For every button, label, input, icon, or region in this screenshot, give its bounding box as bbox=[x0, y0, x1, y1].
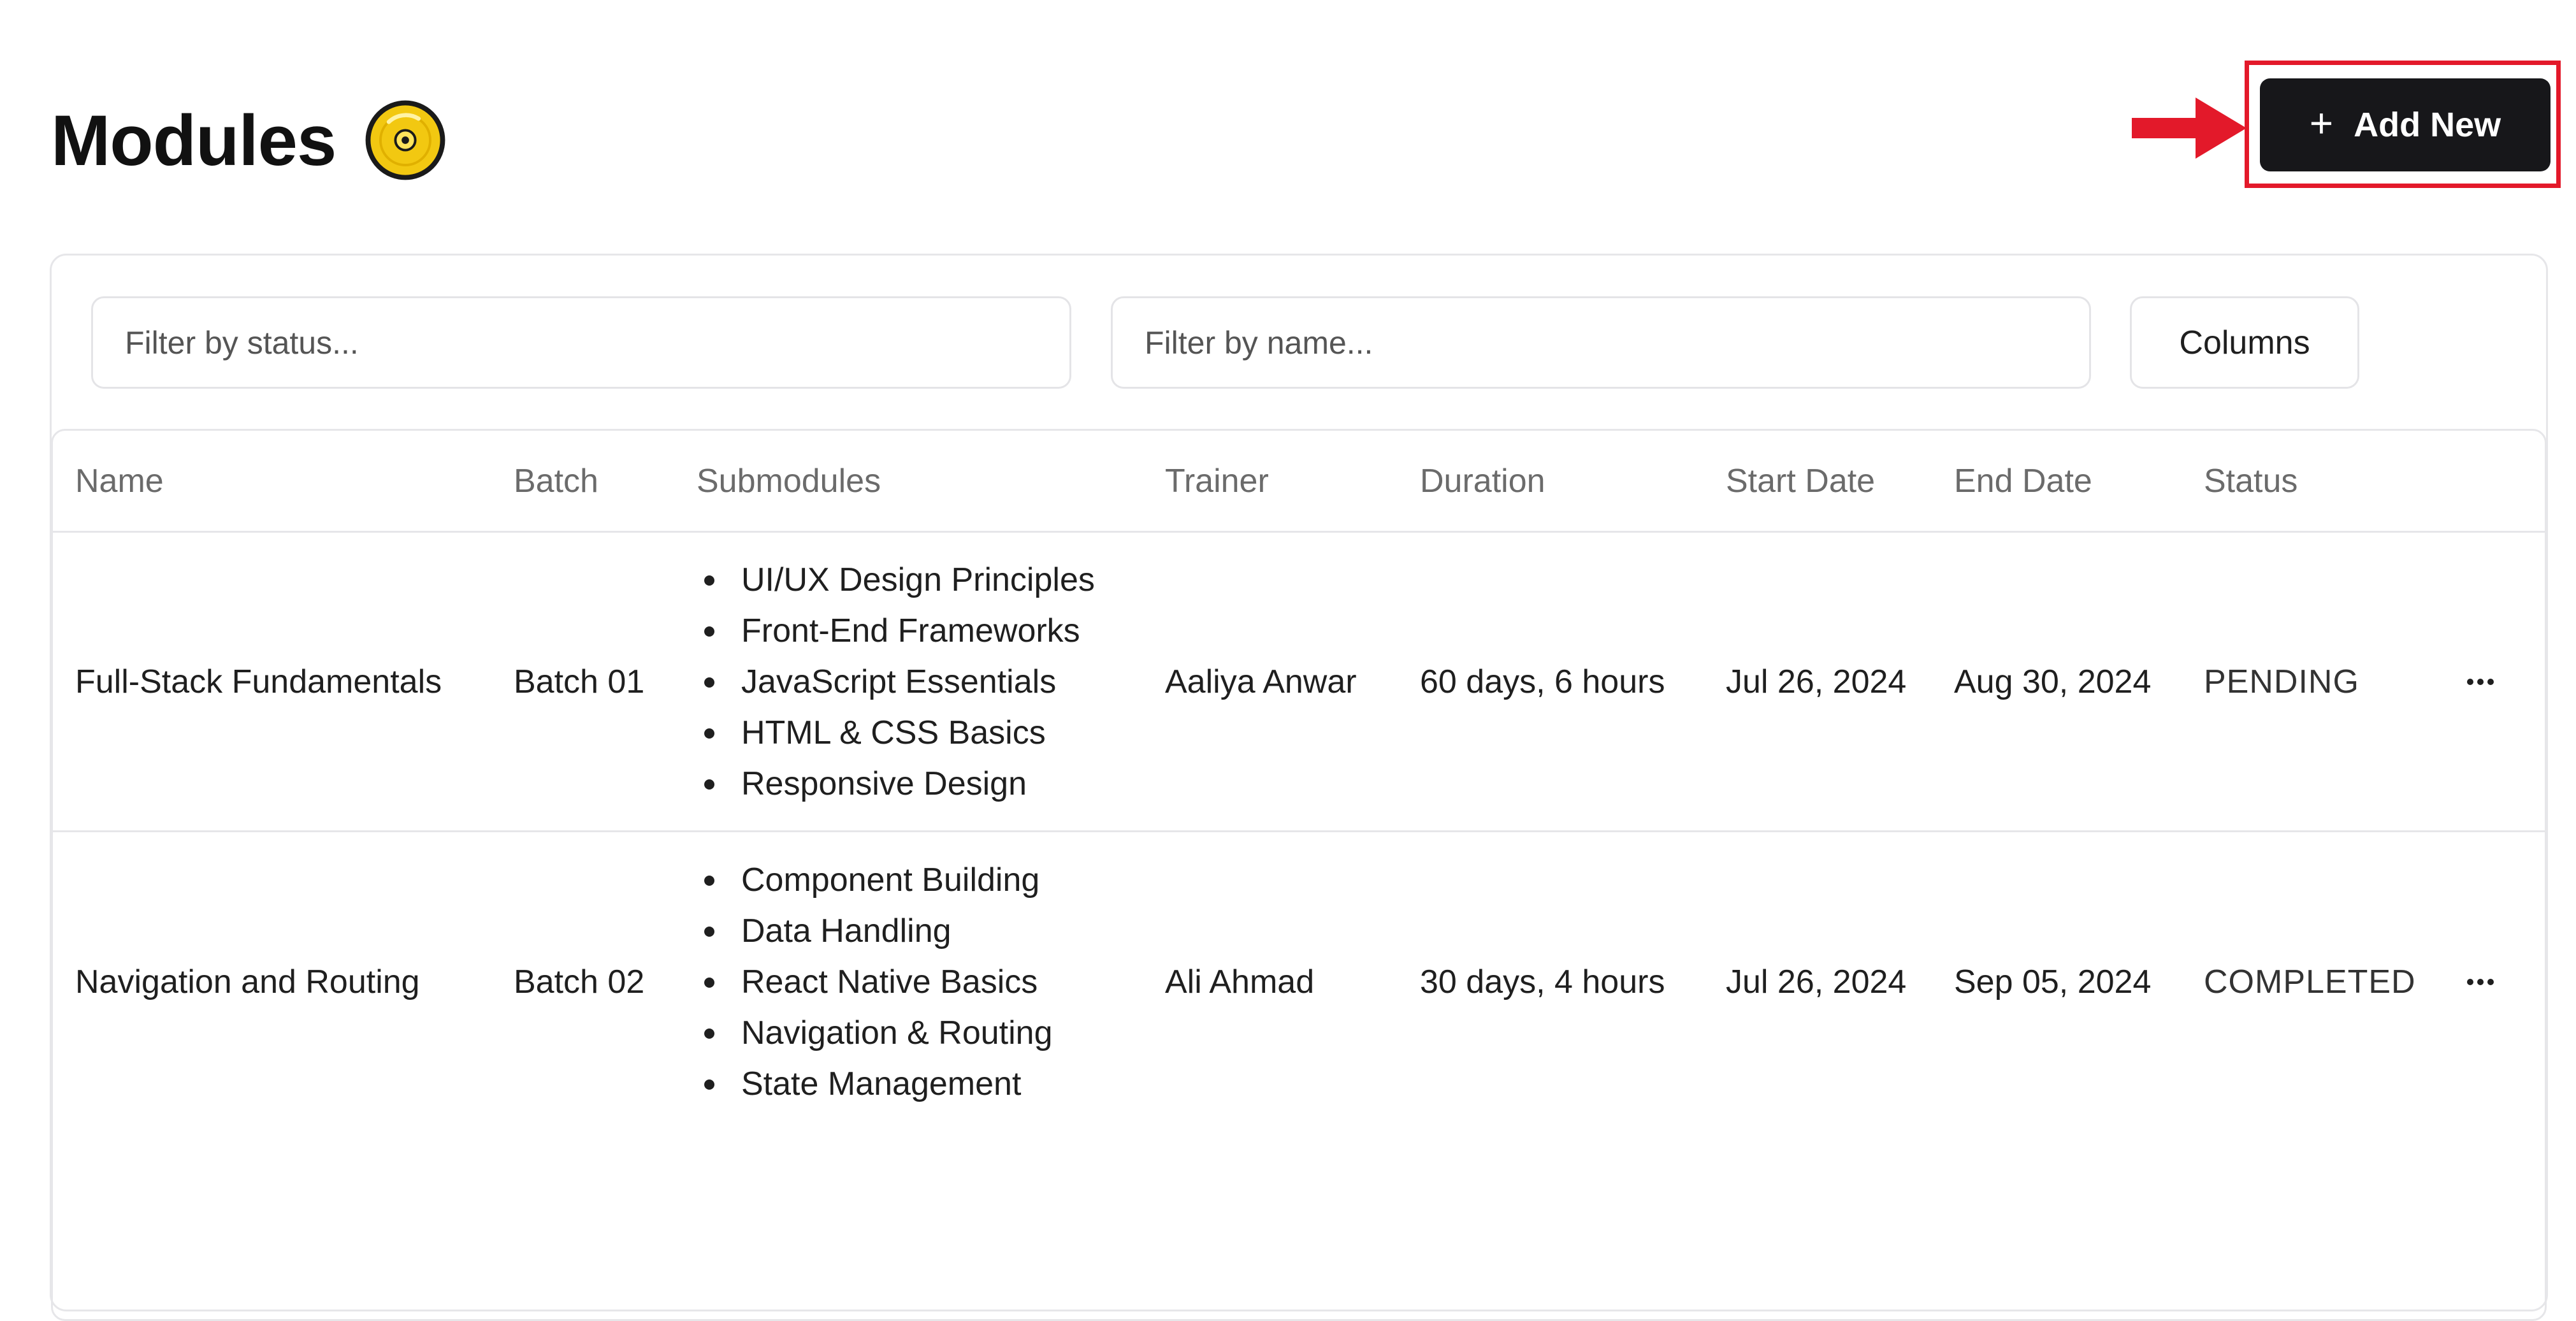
columns-button-label: Columns bbox=[2179, 324, 2310, 361]
submodule-list: UI/UX Design Principles Front-End Framew… bbox=[697, 533, 1095, 830]
plus-icon: + bbox=[2309, 100, 2334, 146]
red-arrow-icon bbox=[2132, 97, 2247, 159]
status-filter-input[interactable] bbox=[91, 296, 1071, 389]
submodule-item: HTML & CSS Basics bbox=[697, 707, 1095, 758]
status-badge: PENDING bbox=[2204, 663, 2359, 700]
table-header-row: Name Batch Submodules Trainer Duration S… bbox=[53, 431, 2545, 533]
name-filter-input[interactable] bbox=[1111, 296, 2091, 389]
add-new-button[interactable]: + Add New bbox=[2260, 78, 2551, 171]
columns-button[interactable]: Columns bbox=[2130, 296, 2359, 389]
submodule-item: Responsive Design bbox=[697, 758, 1095, 809]
submodule-list: Component Building Data Handling React N… bbox=[697, 832, 1053, 1132]
module-duration: 60 days, 6 hours bbox=[1420, 663, 1665, 700]
module-trainer: Ali Ahmad bbox=[1165, 964, 1315, 1000]
module-end-date: Sep 05, 2024 bbox=[1954, 964, 2152, 1000]
submodule-item: Component Building bbox=[697, 855, 1053, 906]
status-badge: COMPLETED bbox=[2204, 964, 2416, 1000]
column-header-start-date[interactable]: Start Date bbox=[1726, 431, 1875, 531]
column-header-name[interactable]: Name bbox=[75, 431, 164, 531]
column-header-batch[interactable]: Batch bbox=[514, 431, 598, 531]
page-header: Modules bbox=[51, 86, 447, 194]
more-horizontal-icon[interactable] bbox=[2467, 533, 2494, 830]
module-batch: Batch 02 bbox=[514, 964, 645, 1000]
module-duration: 30 days, 4 hours bbox=[1420, 964, 1665, 1000]
column-header-end-date[interactable]: End Date bbox=[1954, 431, 2092, 531]
module-batch: Batch 01 bbox=[514, 663, 645, 700]
column-header-duration[interactable]: Duration bbox=[1420, 431, 1545, 531]
column-header-submodules[interactable]: Submodules bbox=[697, 431, 881, 531]
submodule-item: Navigation & Routing bbox=[697, 1007, 1053, 1058]
table-row[interactable]: Navigation and Routing Batch 02 Componen… bbox=[53, 832, 2545, 1132]
submodule-item: JavaScript Essentials bbox=[697, 656, 1095, 707]
module-start-date: Jul 26, 2024 bbox=[1726, 964, 1907, 1000]
module-start-date: Jul 26, 2024 bbox=[1726, 663, 1907, 700]
submodule-item: Data Handling bbox=[697, 906, 1053, 956]
submodule-item: State Management bbox=[697, 1058, 1053, 1109]
more-horizontal-icon[interactable] bbox=[2467, 832, 2494, 1132]
column-header-status[interactable]: Status bbox=[2204, 431, 2297, 531]
page-title: Modules bbox=[51, 100, 336, 180]
module-end-date: Aug 30, 2024 bbox=[1954, 663, 2152, 700]
submodule-item: Front-End Frameworks bbox=[697, 605, 1095, 656]
disc-icon bbox=[365, 100, 445, 180]
add-new-label: Add New bbox=[2354, 106, 2501, 144]
submodule-item: React Native Basics bbox=[697, 956, 1053, 1007]
column-header-trainer[interactable]: Trainer bbox=[1165, 431, 1269, 531]
table-row[interactable]: Full-Stack Fundamentals Batch 01 UI/UX D… bbox=[53, 533, 2545, 832]
module-name: Navigation and Routing bbox=[75, 964, 420, 1000]
module-trainer: Aaliya Anwar bbox=[1165, 663, 1357, 700]
module-name: Full-Stack Fundamentals bbox=[75, 663, 442, 700]
submodule-item: UI/UX Design Principles bbox=[697, 554, 1095, 605]
